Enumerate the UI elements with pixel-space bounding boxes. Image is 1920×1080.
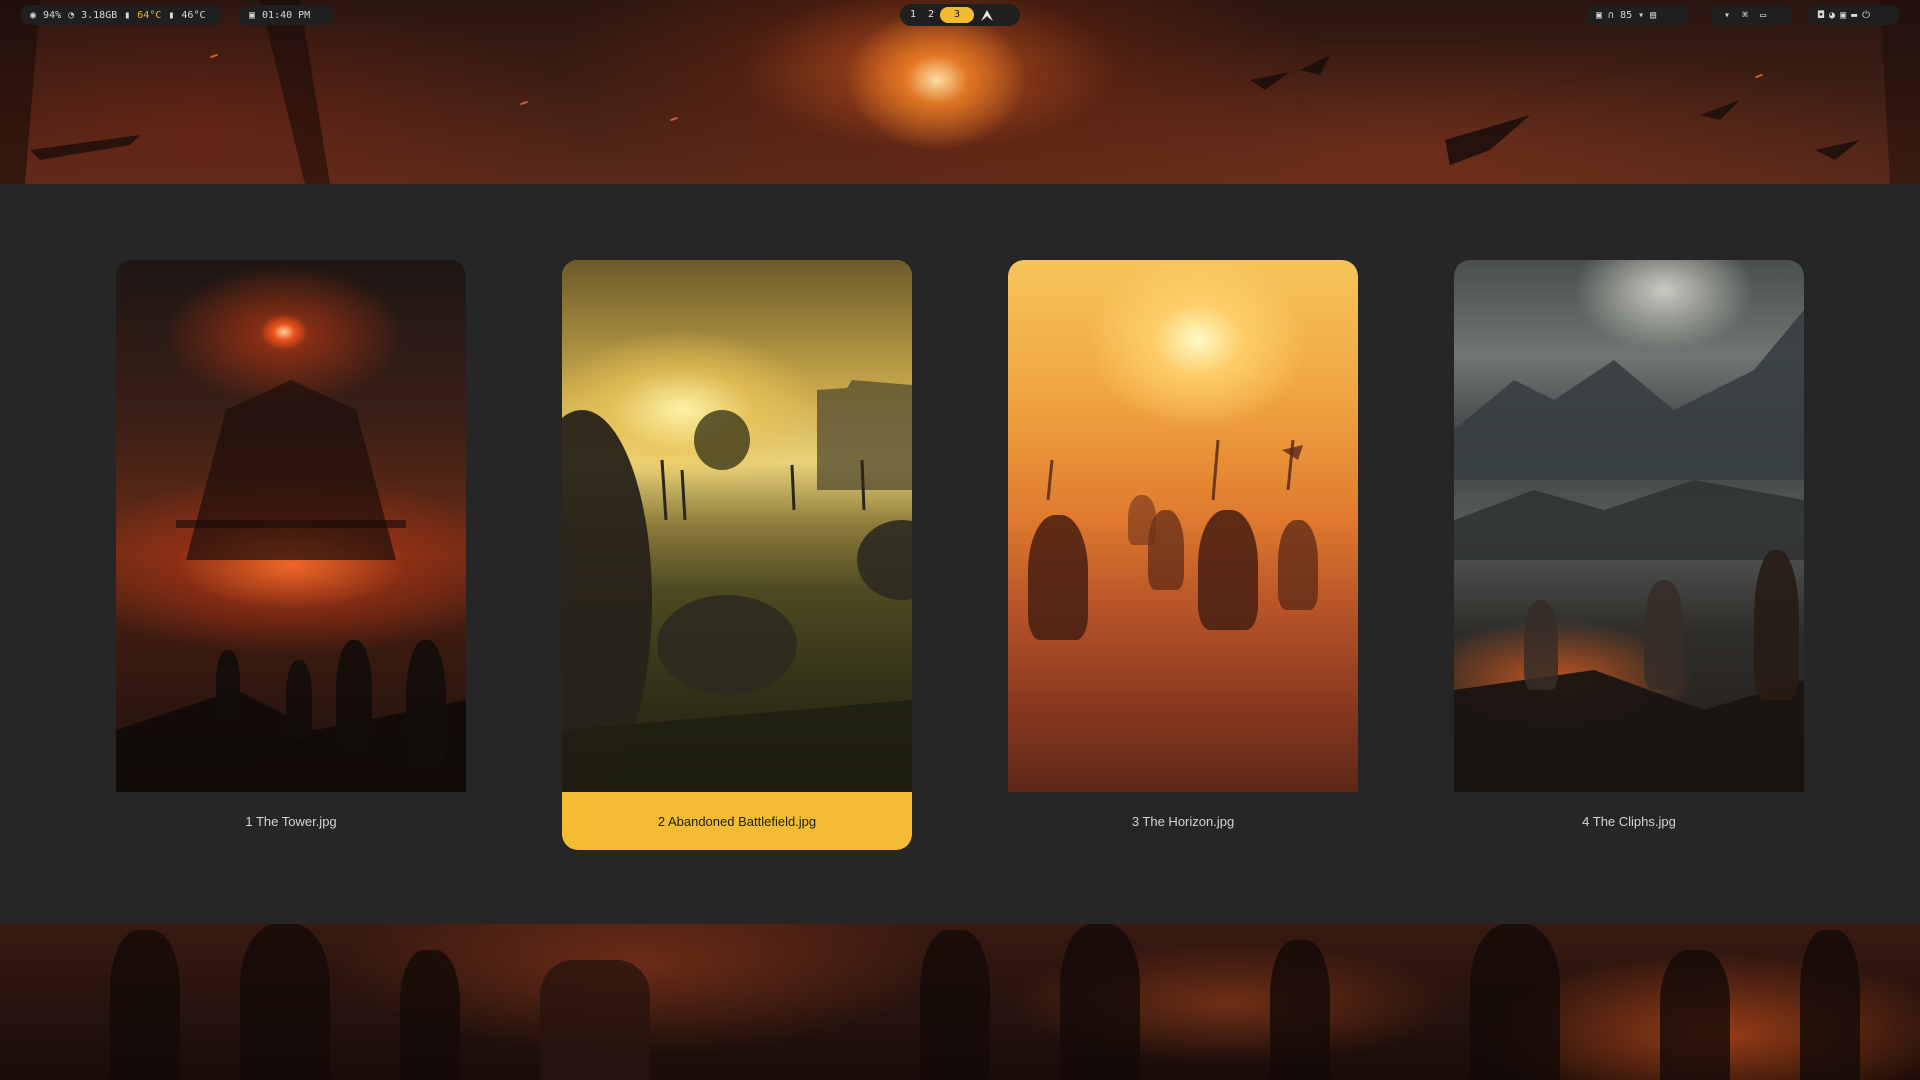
headphones-icon[interactable]: ∩: [1608, 10, 1614, 21]
wallpaper-card[interactable]: 4 The Cliphs.jpg: [1454, 260, 1804, 850]
workspace-switcher: 1 2 3: [900, 4, 1020, 26]
cpu-temperature: 64°C: [137, 9, 162, 21]
microphone-icon[interactable]: ▾: [1724, 10, 1730, 21]
wallpaper-thumbnail: [116, 260, 466, 792]
wallpaper-picker: 1 The Tower.jpg 2 Abandoned Battlefield.…: [0, 184, 1920, 924]
wallpaper-label: 3 The Horizon.jpg: [1131, 813, 1235, 829]
system-stats-widget[interactable]: ◉ 94% ◔ 3.18GB ▮ 64°C ▮ 46°C: [20, 5, 222, 25]
wallpaper-label: 1 The Tower.jpg: [245, 813, 337, 829]
thermometer-icon: ▮: [168, 9, 175, 21]
cpu-icon: ◉: [30, 9, 37, 21]
gpu-temperature: 46°C: [181, 9, 206, 21]
arch-logo-icon[interactable]: [974, 7, 1000, 23]
workspace-1[interactable]: 1: [904, 7, 922, 23]
wallpaper-top: [0, 0, 1920, 184]
wallpaper-thumbnail: [562, 260, 912, 792]
wallpaper-thumbnail: [1008, 260, 1358, 792]
palette-icon[interactable]: ◕: [1829, 10, 1835, 21]
wallpaper-card[interactable]: 1 The Tower.jpg: [116, 260, 466, 850]
desktop: ◉ 94% ◔ 3.18GB ▮ 64°C ▮ 46°C ▣ 01:40 PM …: [0, 0, 1920, 1080]
cpu-usage: 94%: [43, 9, 62, 21]
workspace-2[interactable]: 2: [922, 7, 940, 23]
wallpaper-card[interactable]: 3 The Horizon.jpg: [1008, 260, 1358, 850]
memory-usage: 3.18GB: [81, 9, 118, 21]
display-icon[interactable]: ▭: [1760, 10, 1766, 21]
screenshot-icon[interactable]: ▣: [1596, 10, 1602, 21]
wallpaper-label: 4 The Cliphs.jpg: [1582, 813, 1676, 829]
wallpaper-label: 2 Abandoned Battlefield.jpg: [657, 813, 817, 829]
thermometer-icon: ▮: [124, 9, 131, 21]
microphone-icon[interactable]: ▾: [1638, 10, 1644, 21]
screenshot-icon[interactable]: ▣: [1840, 10, 1846, 21]
clock-widget[interactable]: ▣ 01:40 PM: [238, 5, 334, 25]
headphone-volume: 85: [1620, 9, 1633, 21]
folder-icon[interactable]: ▬: [1851, 10, 1857, 21]
wallpaper-bottom: [0, 924, 1920, 1080]
power-widget: ◘ ◕ ▣ ▬ ⏻: [1808, 5, 1900, 25]
memory-icon: ◔: [68, 9, 75, 21]
wallpaper-details: [0, 0, 1920, 184]
wallpaper-card-selected[interactable]: 2 Abandoned Battlefield.jpg: [562, 260, 912, 850]
calendar-icon: ▣: [249, 9, 256, 21]
workspace-3[interactable]: 3: [940, 7, 974, 23]
clock-time: 01:40 PM: [262, 9, 311, 21]
tray-widget: ▣ ∩ 85 ▾ ▤: [1586, 5, 1690, 25]
lock-icon[interactable]: ◘: [1818, 10, 1824, 21]
power-icon[interactable]: ⏻: [1862, 10, 1870, 21]
keyboard-icon[interactable]: ▤: [1650, 10, 1656, 21]
wallpaper-thumbnail: [1454, 260, 1804, 792]
controls-widget: ▾ ⌘ ▭: [1710, 5, 1792, 25]
network-icon[interactable]: ⌘: [1742, 10, 1748, 21]
